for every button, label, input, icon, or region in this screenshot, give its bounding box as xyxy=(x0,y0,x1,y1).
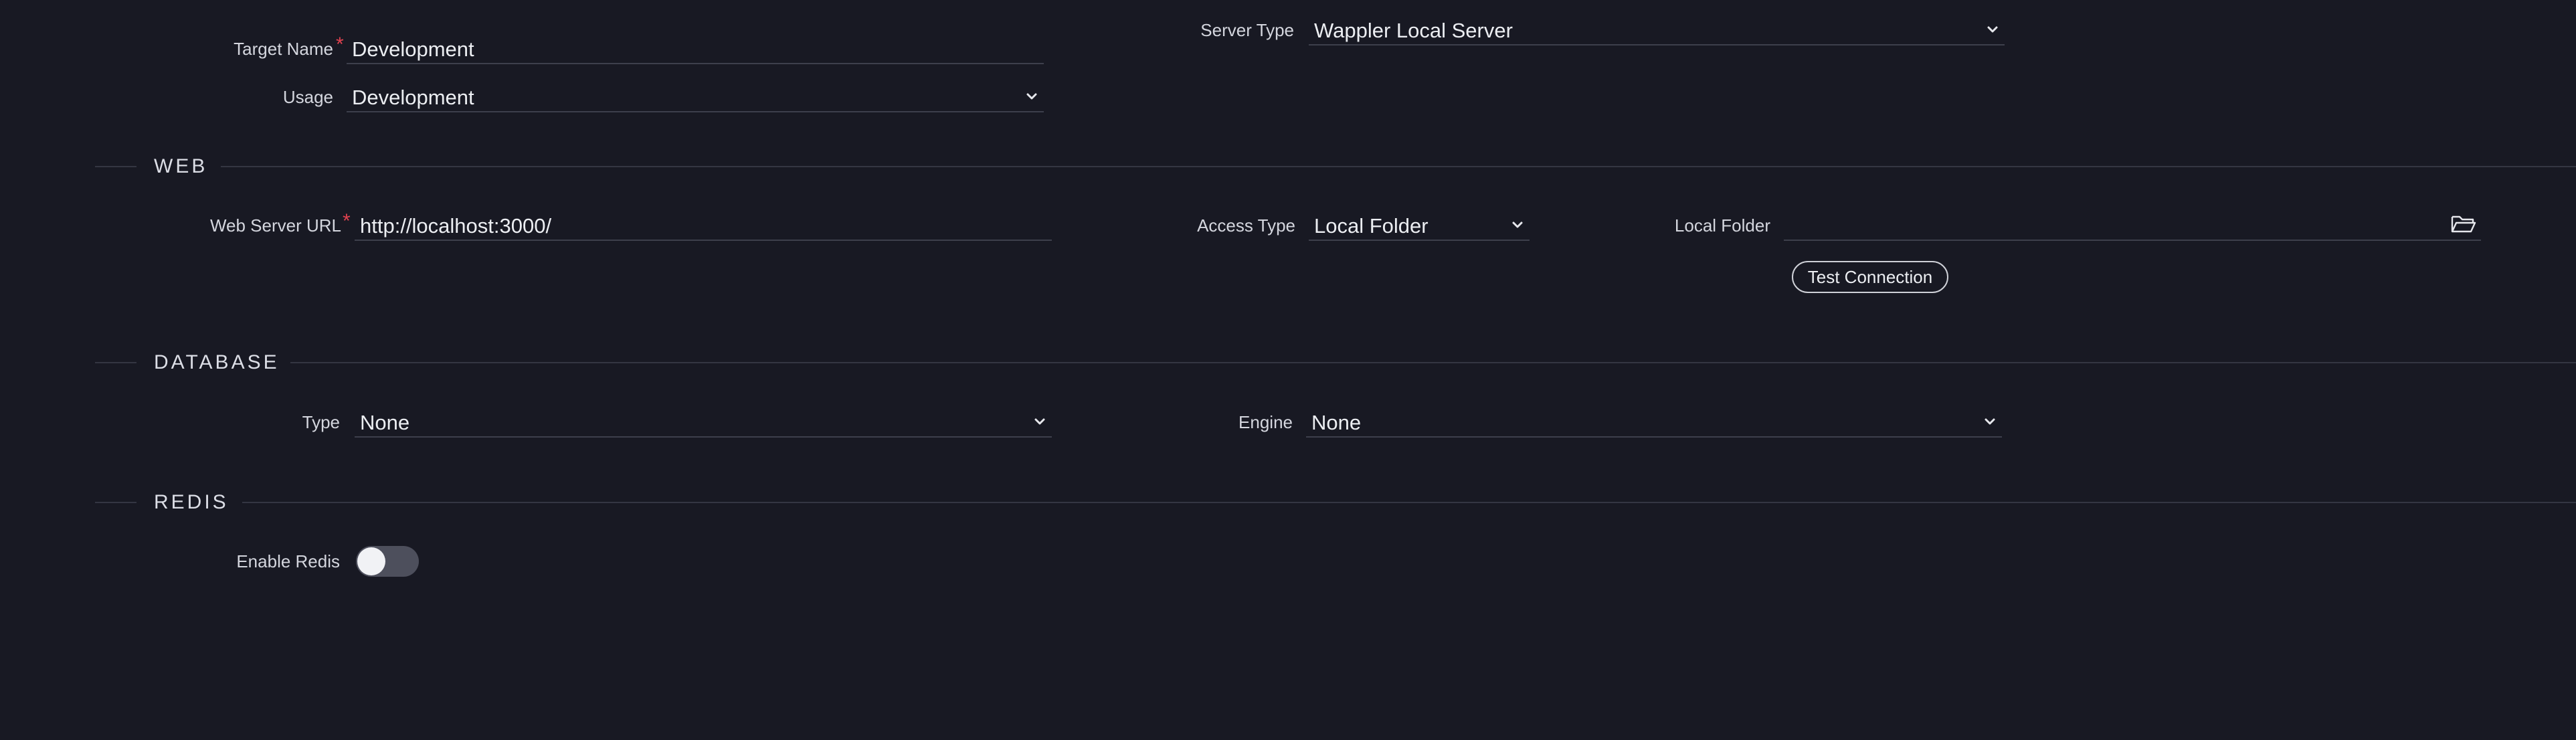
section-divider xyxy=(290,362,2576,363)
web-server-url-input[interactable]: http://localhost:3000/ xyxy=(355,211,1052,241)
redis-section-title: REDIS xyxy=(154,491,229,513)
section-divider xyxy=(95,166,136,167)
target-name-input[interactable]: Development xyxy=(347,35,1044,64)
chevron-down-icon xyxy=(1985,418,1995,425)
web-server-url-value: http://localhost:3000/ xyxy=(360,214,552,238)
chevron-down-icon xyxy=(1512,221,1523,228)
database-engine-value: None xyxy=(1311,411,1362,434)
required-indicator: * xyxy=(343,210,351,232)
web-section-title: WEB xyxy=(154,155,208,177)
usage-select[interactable]: Development xyxy=(347,83,1044,112)
section-divider xyxy=(95,362,136,363)
local-folder-input[interactable] xyxy=(1784,211,2481,241)
database-type-select[interactable]: None xyxy=(355,408,1052,438)
database-section-title: DATABASE xyxy=(154,351,280,373)
target-name-value: Development xyxy=(352,37,474,61)
server-type-select[interactable]: Wappler Local Server xyxy=(1309,16,2005,45)
web-server-url-label: Web Server URL xyxy=(209,215,341,236)
chevron-down-icon xyxy=(1987,26,1998,33)
local-folder-label: Local Folder xyxy=(1674,215,1770,236)
server-type-label: Server Type xyxy=(1200,20,1294,40)
section-divider xyxy=(95,502,136,503)
section-divider xyxy=(221,166,2576,167)
database-type-label: Type xyxy=(302,412,340,432)
server-type-value: Wappler Local Server xyxy=(1314,19,1513,42)
enable-redis-label: Enable Redis xyxy=(236,551,340,571)
folder-open-icon[interactable] xyxy=(2450,213,2477,236)
required-indicator: * xyxy=(336,33,344,56)
access-type-value: Local Folder xyxy=(1314,214,1429,238)
section-divider xyxy=(242,502,2576,503)
enable-redis-toggle[interactable] xyxy=(356,546,419,577)
test-connection-button[interactable]: Test Connection xyxy=(1792,261,1948,293)
access-type-label: Access Type xyxy=(1197,215,1295,236)
database-type-value: None xyxy=(360,411,410,434)
chevron-down-icon xyxy=(1034,418,1045,425)
target-name-label: Target Name xyxy=(234,39,333,59)
toggle-knob xyxy=(357,547,385,575)
chevron-down-icon xyxy=(1026,93,1037,100)
database-engine-label: Engine xyxy=(1238,412,1293,432)
access-type-select[interactable]: Local Folder xyxy=(1309,211,1530,241)
usage-label: Usage xyxy=(282,87,333,107)
usage-value: Development xyxy=(352,86,474,109)
database-engine-select[interactable]: None xyxy=(1306,408,2002,438)
